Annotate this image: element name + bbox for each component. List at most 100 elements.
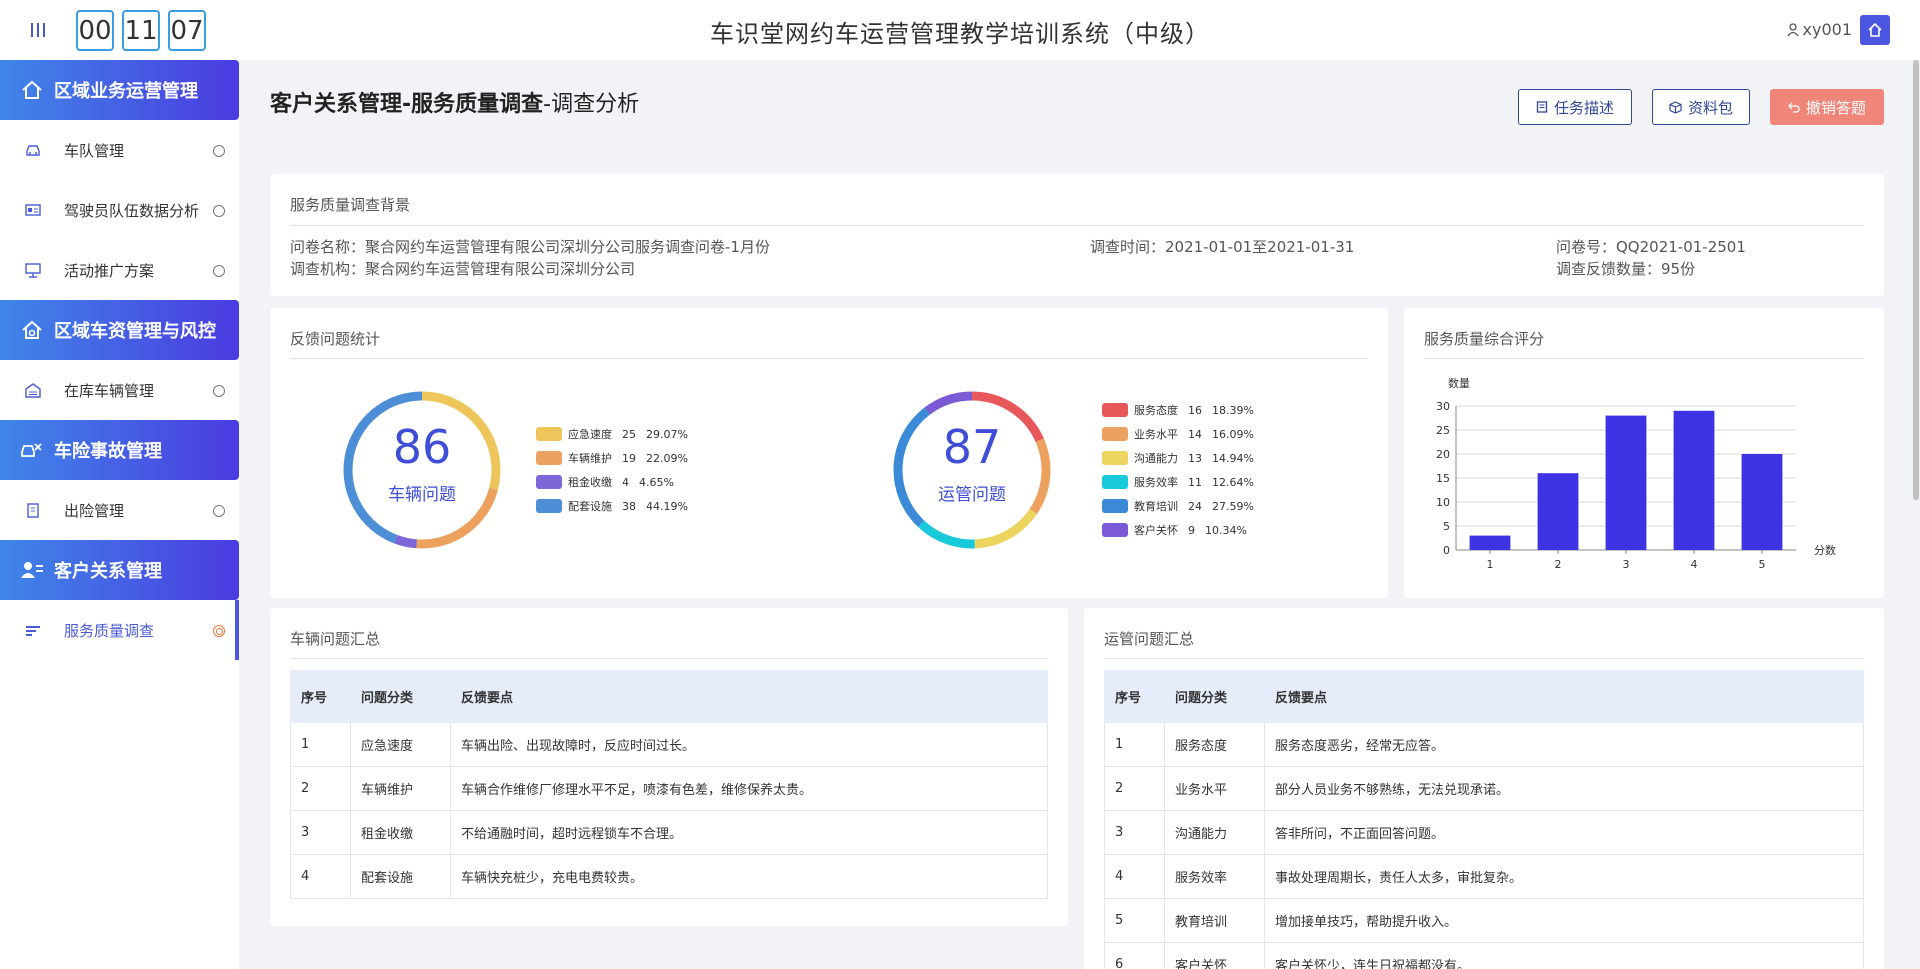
legend-pct: 18.39%: [1212, 403, 1254, 417]
donut-segment: [918, 520, 975, 549]
sidebar-group-vehicle-assets[interactable]: 区域车资管理与风控: [0, 300, 239, 360]
survey-time: 调查时间：2021-01-01至2021-01-31: [1090, 238, 1355, 256]
y-tick-label: 20: [1436, 448, 1450, 461]
legend-swatch: [1102, 427, 1128, 441]
divider: [290, 658, 1048, 659]
username: xy001: [1802, 20, 1852, 39]
task-description-label: 任务描述: [1553, 98, 1614, 117]
feedback-count: 调查反馈数量：95份: [1556, 260, 1696, 278]
table-cell: 3: [290, 810, 351, 855]
materials-button[interactable]: 资料包: [1652, 89, 1750, 125]
donut-segment: [393, 534, 418, 549]
bar-score-5: [1741, 454, 1783, 550]
legend-name: 配套设施: [568, 500, 612, 513]
card-title: 反馈问题统计: [290, 330, 381, 348]
sidebar-item-promotion[interactable]: 活动推广方案: [0, 240, 239, 300]
status-dot: [213, 625, 225, 637]
sidebar-item-in-stock-vehicles[interactable]: 在库车辆管理: [0, 360, 239, 420]
table-cell: 车辆维护: [350, 766, 451, 811]
divider: [1424, 358, 1864, 359]
x-tick-label: 5: [1759, 558, 1766, 571]
sidebar-group-regional-ops[interactable]: 区域业务运营管理: [0, 60, 239, 120]
top-header: 00 11 07 车识堂网约车运营管理教学培训系统（中级） xy001: [0, 0, 1920, 60]
user-icon: [1786, 22, 1799, 36]
page-title-subpage: 调查分析: [551, 92, 640, 117]
table-cell: 2: [1104, 766, 1165, 811]
task-description-button[interactable]: 任务描述: [1518, 89, 1632, 125]
card-title: 服务质量调查背景: [290, 196, 411, 214]
table-cell: 客户关怀少，连生日祝福都没有。: [1264, 942, 1864, 969]
sidebar-group-label: 区域车资管理与风控: [54, 321, 216, 342]
vehicle-issues-legend: 应急速度 25 29.07% 车辆维护 19 22.09% 租金收缴 4 4.65% 配套设施 38…: [536, 422, 698, 518]
page-scrollbar[interactable]: [1912, 60, 1920, 500]
legend-swatch: [536, 499, 562, 513]
legend-swatch: [1102, 523, 1128, 537]
table-cell: 服务态度: [1164, 722, 1265, 767]
page-title-module: 服务质量调查: [411, 92, 544, 117]
table-cell: 沟通能力: [1164, 810, 1265, 855]
home-button[interactable]: [1860, 15, 1890, 45]
sidebar-item-service-survey[interactable]: 服务质量调查: [0, 600, 239, 660]
vehicle-issues-summary-card: 车辆问题汇总 序号 问题分类 反馈要点 1 应急速度 车辆出险、出现故障时，反应时间过长。…: [270, 608, 1068, 926]
operation-issues-legend: 服务态度 16 18.39% 业务水平 14 16.09% 沟通能力 13 14.94% 服务效率…: [1102, 398, 1264, 542]
sidebar-item-fleet[interactable]: 车队管理: [0, 120, 239, 180]
y-tick-label: 30: [1436, 400, 1450, 413]
table-header-row: 序号 问题分类 反馈要点: [290, 670, 1048, 723]
bar-score-4: [1673, 410, 1715, 550]
legend-pct: 12.64%: [1212, 475, 1254, 489]
legend-name: 应急速度: [568, 428, 612, 441]
table-row: 5 教育培训 增加接单技巧，帮助提升收入。: [1104, 898, 1864, 943]
column-header: 序号: [290, 670, 351, 723]
legend-name: 服务态度: [1134, 404, 1178, 417]
document-icon: [1536, 101, 1548, 113]
user-menu[interactable]: xy001: [1786, 20, 1852, 39]
y-tick-label: 5: [1443, 520, 1450, 533]
table-cell: 服务效率: [1164, 854, 1265, 899]
legend-swatch: [536, 427, 562, 441]
sidebar-item-label: 车队管理: [64, 141, 125, 160]
clipboard-icon: [27, 503, 39, 518]
house-cloud-icon: [22, 80, 42, 99]
legend-name: 服务效率: [1134, 476, 1178, 489]
sidebar-item-driver-analysis[interactable]: 驾驶员队伍数据分析: [0, 180, 239, 240]
table-row: 1 服务态度 服务态度恶劣，经常无应答。: [1104, 722, 1864, 767]
table-cell: 3: [1104, 810, 1165, 855]
table-header-row: 序号 问题分类 反馈要点: [1104, 670, 1864, 723]
legend-name: 车辆维护: [568, 452, 612, 465]
table-cell: 1: [1104, 722, 1165, 767]
garage-icon: [25, 383, 41, 398]
legend-item: 应急速度 25 29.07%: [536, 422, 698, 446]
sidebar-group-crm[interactable]: 客户关系管理: [0, 540, 239, 600]
status-dot: [213, 505, 225, 517]
page-title-separator: -: [543, 92, 552, 117]
sidebar: 区域业务运营管理 车队管理 驾驶员队伍数据分析 活动推广方案 区域车资管理与风控…: [0, 60, 239, 969]
table-cell: 4: [1104, 854, 1165, 899]
table-cell: 车辆合作维修厂修理水平不足，喷漆有色差，维修保养太贵。: [450, 766, 1048, 811]
service-score-bar-chart: 数量 0 5 10 15 20 25 30 1 2 3 4 5 分数: [1436, 377, 1836, 571]
table-row: 2 业务水平 部分人员业务不够熟练，无法兑现承诺。: [1104, 766, 1864, 811]
sidebar-item-claims[interactable]: 出险管理: [0, 480, 239, 540]
legend-item: 客户关怀 9 10.34%: [1102, 518, 1264, 542]
survey-icon: [26, 626, 40, 636]
table-cell: 6: [1104, 942, 1165, 969]
sidebar-group-insurance[interactable]: 车险事故管理: [0, 420, 239, 480]
page-title-separator: -: [402, 92, 412, 117]
home-icon: [1868, 22, 1882, 37]
legend-item: 配套设施 38 44.19%: [536, 494, 698, 518]
x-tick-label: 2: [1555, 558, 1562, 571]
legend-item: 车辆维护 19 22.09%: [536, 446, 698, 470]
legend-pct: 16.09%: [1212, 427, 1254, 441]
scrollbar-thumb[interactable]: [1913, 60, 1919, 500]
survey-org: 调查机构：聚合网约车运营管理有限公司深圳分公司: [290, 260, 636, 278]
sidebar-item-label: 在库车辆管理: [64, 381, 155, 400]
revoke-answer-button[interactable]: 撤销答题: [1770, 89, 1884, 125]
bar-score-3: [1605, 415, 1647, 550]
legend-count: 25: [622, 427, 636, 441]
divider: [290, 358, 1368, 359]
monitor-icon: [25, 263, 41, 278]
vehicle-issues-total: 86: [392, 420, 452, 474]
table-cell: 4: [290, 854, 351, 899]
legend-name: 租金收缴: [568, 476, 612, 489]
legend-item: 沟通能力 13 14.94%: [1102, 446, 1264, 470]
table-cell: 事故处理周期长，责任人太多，审批复杂。: [1264, 854, 1864, 899]
